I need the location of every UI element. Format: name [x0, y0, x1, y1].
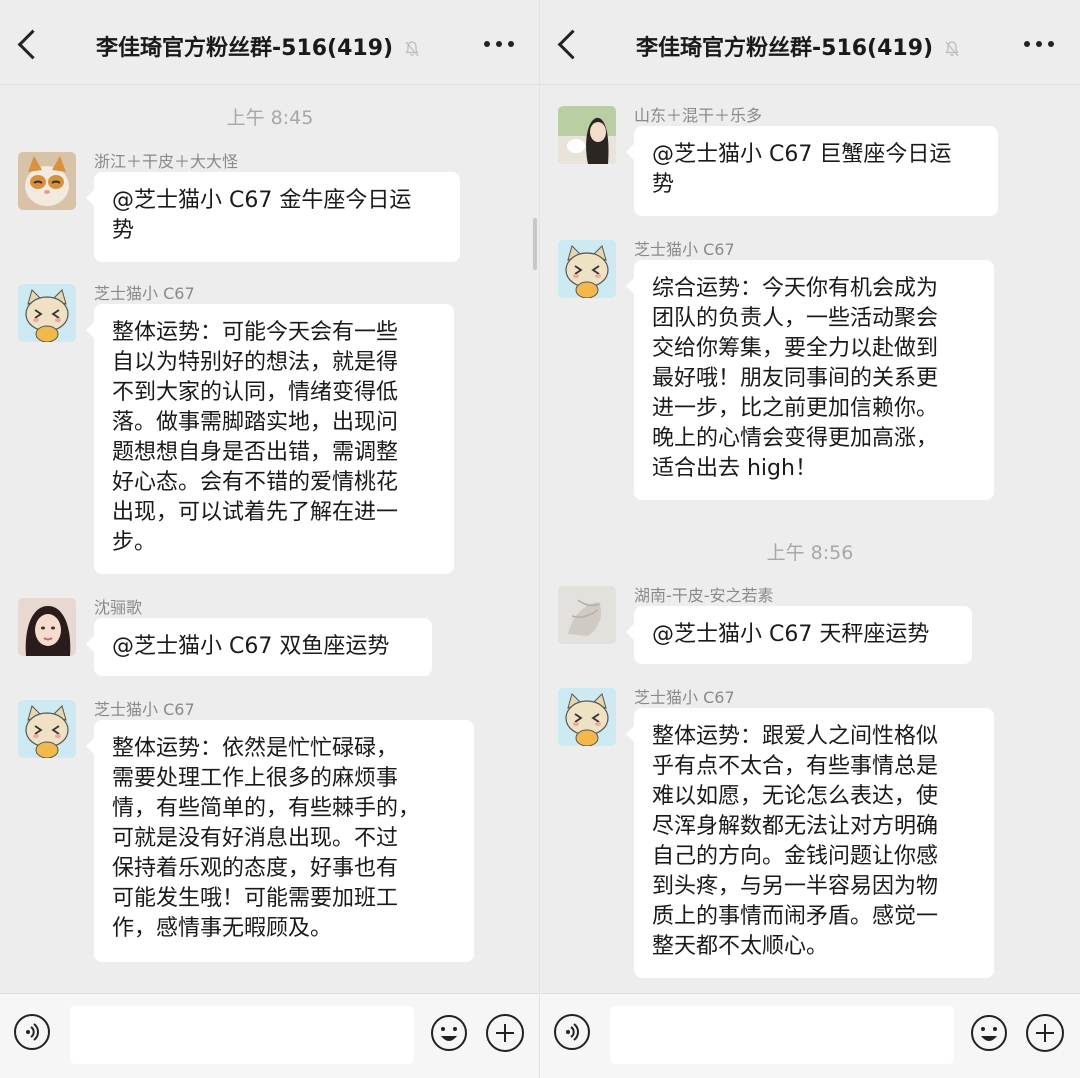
message-row: 芝士猫小 C67 综合运势：今天你有机会成为 团队的负责人，一些活动聚会 交给你… — [558, 240, 1068, 502]
message-bubble[interactable]: 整体运势：跟爱人之间性格似 乎有点不太合，有些事情总是 难以如愿，无论怎么表达，… — [626, 708, 994, 978]
input-bar — [0, 993, 540, 1078]
avatar[interactable] — [18, 284, 76, 342]
avatar[interactable] — [18, 700, 76, 758]
message-bubble[interactable]: @芝士猫小 C67 天秤座运势 — [626, 606, 972, 664]
message-bubble[interactable]: 整体运势：可能今天会有一些 自以为特别好的想法，就是得 不到大家的认同，情绪变得… — [86, 304, 454, 574]
message-row: 沈骊歌 @芝士猫小 C67 双鱼座运势 — [18, 598, 528, 678]
avatar[interactable] — [18, 152, 76, 210]
avatar[interactable] — [558, 688, 616, 746]
chevron-left-icon[interactable] — [557, 29, 588, 60]
emoji-icon[interactable] — [430, 1014, 468, 1052]
voice-icon[interactable] — [14, 1014, 50, 1050]
message-row: 芝士猫小 C67 整体运势：可能今天会有一些 自以为特别好的想法，就是得 不到大… — [18, 284, 528, 580]
sender-name: 湖南-干皮-安之若素 — [634, 586, 774, 605]
message-row: 湖南-干皮-安之若素 @芝士猫小 C67 天秤座运势 — [558, 586, 1068, 666]
message-row: 芝士猫小 C67 整体运势：依然是忙忙碌碌， 需要处理工作上很多的麻烦事 情，有… — [18, 700, 528, 964]
chevron-left-icon[interactable] — [17, 29, 48, 60]
chat-screen-right: 李佳琦官方粉丝群-516(419) 山东＋混干＋乐多 @芝士猫小 C67 巨蟹座… — [540, 0, 1080, 1078]
avatar[interactable] — [558, 586, 616, 644]
bell-off-icon — [945, 41, 959, 57]
message-bubble[interactable]: @芝士猫小 C67 金牛座今日运 势 — [86, 172, 460, 262]
chat-header: 李佳琦官方粉丝群-516(419) — [0, 0, 540, 85]
input-bar — [540, 993, 1080, 1078]
scrollbar-thumb[interactable] — [533, 218, 537, 270]
more-dots-icon[interactable] — [484, 34, 516, 52]
avatar[interactable] — [558, 240, 616, 298]
sender-name: 山东＋混干＋乐多 — [634, 106, 763, 125]
sender-name: 沈骊歌 — [94, 598, 143, 617]
bell-off-icon — [405, 41, 419, 57]
chat-screen-left: 李佳琦官方粉丝群-516(419) 上午 8:45 浙江＋干皮＋大大怪 @芝士猫… — [0, 0, 540, 1078]
emoji-icon[interactable] — [970, 1014, 1008, 1052]
avatar[interactable] — [18, 598, 76, 656]
sender-name: 芝士猫小 C67 — [94, 284, 195, 303]
message-row: 芝士猫小 C67 整体运势：跟爱人之间性格似 乎有点不太合，有些事情总是 难以如… — [558, 688, 1068, 980]
sender-name: 芝士猫小 C67 — [94, 700, 195, 719]
message-row: 山东＋混干＋乐多 @芝士猫小 C67 巨蟹座今日运 势 — [558, 106, 1068, 216]
chat-header: 李佳琦官方粉丝群-516(419) — [540, 0, 1080, 85]
chat-title: 李佳琦官方粉丝群-516(419) — [636, 30, 996, 62]
message-bubble[interactable]: 整体运势：依然是忙忙碌碌， 需要处理工作上很多的麻烦事 情，有些简单的，有些棘手… — [86, 720, 474, 962]
timestamp: 上午 8:45 — [226, 107, 314, 129]
avatar[interactable] — [558, 106, 616, 164]
chat-title-text: 李佳琦官方粉丝群-516(419) — [636, 36, 934, 61]
message-bubble[interactable]: 综合运势：今天你有机会成为 团队的负责人，一些活动聚会 交给你筹集，要全力以赴做… — [626, 260, 994, 500]
plus-icon[interactable] — [486, 1014, 524, 1052]
message-bubble[interactable]: @芝士猫小 C67 巨蟹座今日运 势 — [626, 126, 998, 216]
message-bubble[interactable]: @芝士猫小 C67 双鱼座运势 — [86, 618, 432, 676]
message-input[interactable] — [610, 1006, 954, 1064]
plus-icon[interactable] — [1026, 1014, 1064, 1052]
chat-title: 李佳琦官方粉丝群-516(419) — [96, 30, 456, 62]
sender-name: 芝士猫小 C67 — [634, 240, 735, 259]
sender-name: 芝士猫小 C67 — [634, 688, 735, 707]
timestamp: 上午 8:56 — [766, 542, 854, 564]
message-row: 浙江＋干皮＋大大怪 @芝士猫小 C67 金牛座今日运 势 — [18, 152, 528, 262]
chat-title-text: 李佳琦官方粉丝群-516(419) — [96, 36, 394, 61]
sender-name: 浙江＋干皮＋大大怪 — [94, 152, 239, 171]
voice-icon[interactable] — [554, 1014, 590, 1050]
message-input[interactable] — [70, 1006, 414, 1064]
more-dots-icon[interactable] — [1024, 34, 1056, 52]
